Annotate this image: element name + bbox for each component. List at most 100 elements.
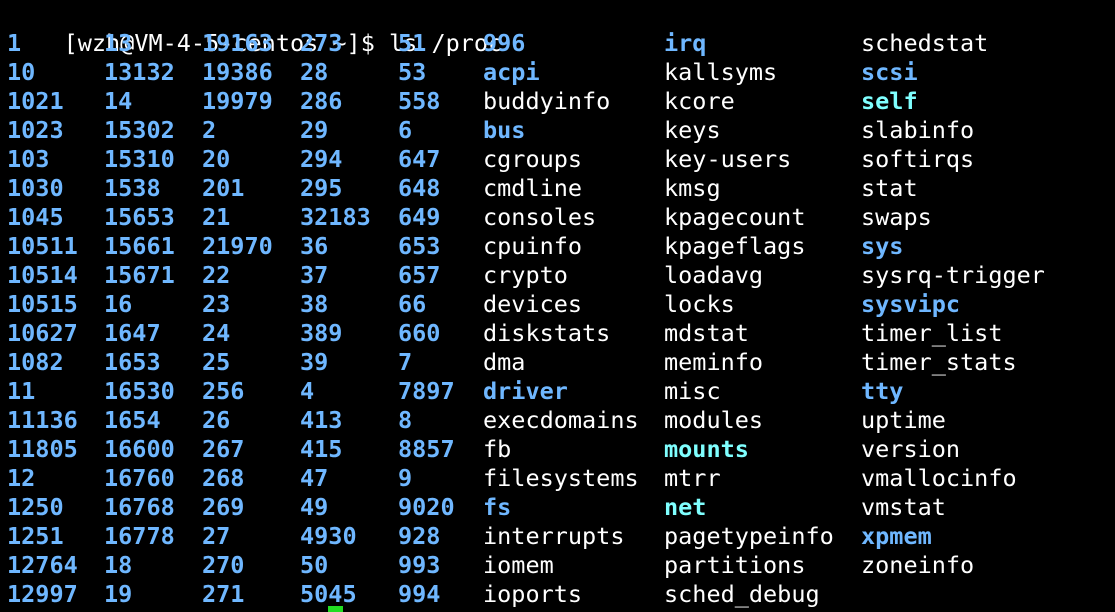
file-entry: execdomains <box>483 406 639 434</box>
file-entry: pagetypeinfo <box>664 522 834 550</box>
directory-entry: 1654 <box>104 406 161 434</box>
directory-entry: 20 <box>202 145 231 173</box>
directory-entry: 12997 <box>7 580 78 608</box>
directory-entry: 9020 <box>398 493 455 521</box>
directory-entry: 294 <box>300 145 343 173</box>
directory-entry: 11 <box>7 377 36 405</box>
directory-entry: 21 <box>202 203 231 231</box>
directory-entry: 7 <box>398 348 413 376</box>
directory-entry: 10514 <box>7 261 78 289</box>
directory-entry: 15653 <box>104 203 175 231</box>
file-entry: uptime <box>861 406 946 434</box>
file-entry: swaps <box>861 203 932 231</box>
directory-entry: 201 <box>202 174 245 202</box>
directory-entry: 51 <box>398 29 427 57</box>
directory-entry: bus <box>483 116 526 144</box>
directory-entry: scsi <box>861 58 918 86</box>
directory-entry: 16778 <box>104 522 175 550</box>
directory-entry: 1538 <box>104 174 161 202</box>
directory-entry: 19979 <box>202 87 273 115</box>
file-entry: cgroups <box>483 145 583 173</box>
directory-entry: 12 <box>7 464 36 492</box>
directory-entry: 268 <box>202 464 245 492</box>
directory-entry: 1 <box>7 29 22 57</box>
directory-entry: 19163 <box>202 29 273 57</box>
directory-entry: 649 <box>398 203 441 231</box>
file-entry: fb <box>483 435 512 463</box>
directory-entry: 2 <box>202 116 217 144</box>
directory-entry: 10515 <box>7 290 78 318</box>
directory-entry: driver <box>483 377 568 405</box>
file-entry: loadavg <box>664 261 764 289</box>
file-entry: locks <box>664 290 735 318</box>
file-entry: kpagecount <box>664 203 806 231</box>
directory-entry: 18 <box>104 551 133 579</box>
directory-entry: 53 <box>398 58 427 86</box>
file-entry: mdstat <box>664 319 749 347</box>
file-entry: sched_debug <box>664 580 820 608</box>
directory-entry: irq <box>664 29 707 57</box>
file-entry: softirqs <box>861 145 975 173</box>
symlink-entry: self <box>861 87 918 115</box>
file-entry: ioports <box>483 580 583 608</box>
directory-entry: 27 <box>202 522 231 550</box>
file-entry: interrupts <box>483 522 625 550</box>
directory-entry: 37 <box>300 261 329 289</box>
directory-entry: 558 <box>398 87 441 115</box>
file-entry: cpuinfo <box>483 232 583 260</box>
file-entry: partitions <box>664 551 806 579</box>
directory-entry: acpi <box>483 58 540 86</box>
directory-entry: 36 <box>300 232 329 260</box>
file-entry: meminfo <box>664 348 764 376</box>
file-entry: kcore <box>664 87 735 115</box>
directory-entry: 8 <box>398 406 413 434</box>
directory-entry: tty <box>861 377 904 405</box>
file-entry: buddyinfo <box>483 87 611 115</box>
file-entry: keys <box>664 116 721 144</box>
file-entry: kmsg <box>664 174 721 202</box>
directory-entry: 16768 <box>104 493 175 521</box>
terminal-window[interactable]: [wzh@VM-4-5-centos ~]$ ls /proc 1 13 19163… <box>0 0 1115 612</box>
directory-entry: 256 <box>202 377 245 405</box>
directory-entry: 32183 <box>300 203 371 231</box>
directory-entry: sys <box>861 232 904 260</box>
directory-entry: 15671 <box>104 261 175 289</box>
directory-entry: 1250 <box>7 493 64 521</box>
directory-entry: 24 <box>202 319 231 347</box>
directory-entry: 1045 <box>7 203 64 231</box>
directory-entry: 273 <box>300 29 343 57</box>
directory-entry: 653 <box>398 232 441 260</box>
directory-entry: 47 <box>300 464 329 492</box>
directory-entry: 4930 <box>300 522 357 550</box>
file-entry: key-users <box>664 145 792 173</box>
directory-entry: 10511 <box>7 232 78 260</box>
file-entry: stat <box>861 174 918 202</box>
file-entry: timer_stats <box>861 348 1017 376</box>
file-entry: crypto <box>483 261 568 289</box>
file-entry: modules <box>664 406 764 434</box>
directory-entry: 4 <box>300 377 315 405</box>
directory-entry: 23 <box>202 290 231 318</box>
directory-entry: 994 <box>398 580 441 608</box>
directory-entry: 1082 <box>7 348 64 376</box>
directory-entry: 14 <box>104 87 133 115</box>
prompt-line: [wzh@VM-4-5-centos ~]$ ls /proc <box>7 0 503 57</box>
file-entry: version <box>861 435 961 463</box>
directory-entry: 39 <box>300 348 329 376</box>
directory-entry: 26 <box>202 406 231 434</box>
directory-entry: 16760 <box>104 464 175 492</box>
file-entry: filesystems <box>483 464 639 492</box>
directory-entry: 657 <box>398 261 441 289</box>
directory-entry: 648 <box>398 174 441 202</box>
directory-entry: 5045 <box>300 580 357 608</box>
directory-entry: 286 <box>300 87 343 115</box>
directory-entry: 295 <box>300 174 343 202</box>
file-entry: sysrq-trigger <box>861 261 1045 289</box>
file-entry: slabinfo <box>861 116 975 144</box>
file-entry: iomem <box>483 551 554 579</box>
directory-entry: 413 <box>300 406 343 434</box>
directory-entry: 16600 <box>104 435 175 463</box>
file-entry: misc <box>664 377 721 405</box>
file-entry: mtrr <box>664 464 721 492</box>
directory-entry: 267 <box>202 435 245 463</box>
